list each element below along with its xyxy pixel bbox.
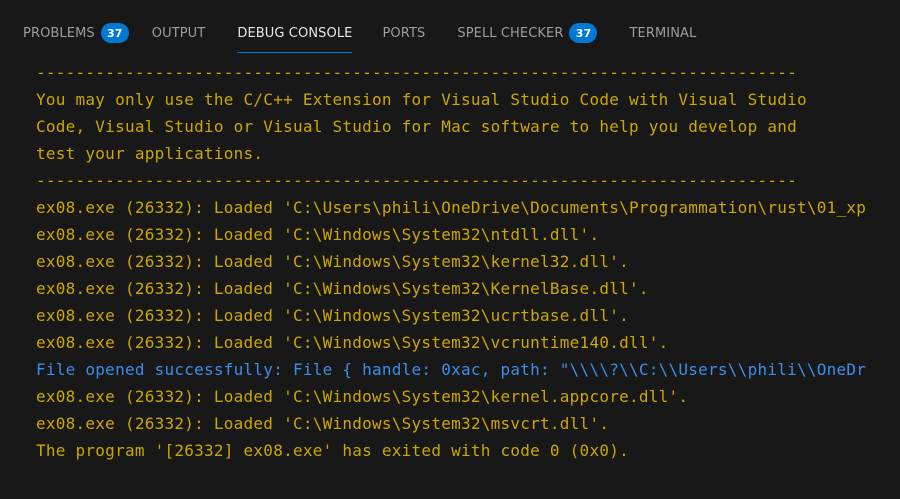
console-line: You may only use the C/C++ Extension for…	[36, 90, 807, 109]
problems-count-badge: 37	[100, 23, 129, 43]
console-line: ex08.exe (26332): Loaded 'C:\Windows\Sys…	[36, 252, 629, 271]
console-line: ex08.exe (26332): Loaded 'C:\Windows\Sys…	[36, 387, 689, 406]
spell-checker-count-badge: 37	[569, 23, 598, 43]
console-line: ----------------------------------------…	[36, 63, 797, 82]
tab-debug-console[interactable]: DEBUG CONSOLE	[237, 13, 353, 53]
tab-ports[interactable]: PORTS	[382, 13, 425, 53]
tab-ports-label: PORTS	[382, 25, 426, 41]
console-line: test your applications.	[36, 144, 264, 163]
tab-spell-checker[interactable]: SPELL CHECKER 37	[457, 13, 598, 53]
console-line: File opened successfully: File { handle:…	[36, 360, 867, 379]
console-line: ex08.exe (26332): Loaded 'C:\Windows\Sys…	[36, 414, 610, 433]
tab-problems[interactable]: PROBLEMS 37	[23, 13, 129, 53]
tab-output[interactable]: OUTPUT	[152, 13, 206, 53]
tab-terminal-label: TERMINAL	[629, 25, 697, 41]
console-line: ex08.exe (26332): Loaded 'C:\Windows\Sys…	[36, 279, 649, 298]
debug-panel: PROBLEMS 37 OUTPUT DEBUG CONSOLE PORTS S…	[0, 0, 900, 499]
console-line: Code, Visual Studio or Visual Studio for…	[36, 117, 797, 136]
tab-terminal[interactable]: TERMINAL	[629, 13, 696, 53]
tab-spell-checker-label: SPELL CHECKER	[457, 25, 564, 41]
tab-debug-console-label: DEBUG CONSOLE	[237, 25, 353, 41]
console-line: ex08.exe (26332): Loaded 'C:\Windows\Sys…	[36, 306, 629, 325]
console-line: The program '[26332] ex08.exe' has exite…	[36, 441, 629, 460]
console-line: ex08.exe (26332): Loaded 'C:\Windows\Sys…	[36, 225, 600, 244]
panel-tab-bar: PROBLEMS 37 OUTPUT DEBUG CONSOLE PORTS S…	[0, 0, 900, 55]
console-line: ex08.exe (26332): Loaded 'C:\Users\phili…	[36, 198, 867, 217]
console-line: ex08.exe (26332): Loaded 'C:\Windows\Sys…	[36, 333, 669, 352]
tab-problems-label: PROBLEMS	[23, 25, 95, 41]
tab-output-label: OUTPUT	[151, 25, 206, 41]
debug-console-output[interactable]: ----------------------------------------…	[36, 59, 900, 499]
console-line: ----------------------------------------…	[36, 171, 797, 190]
